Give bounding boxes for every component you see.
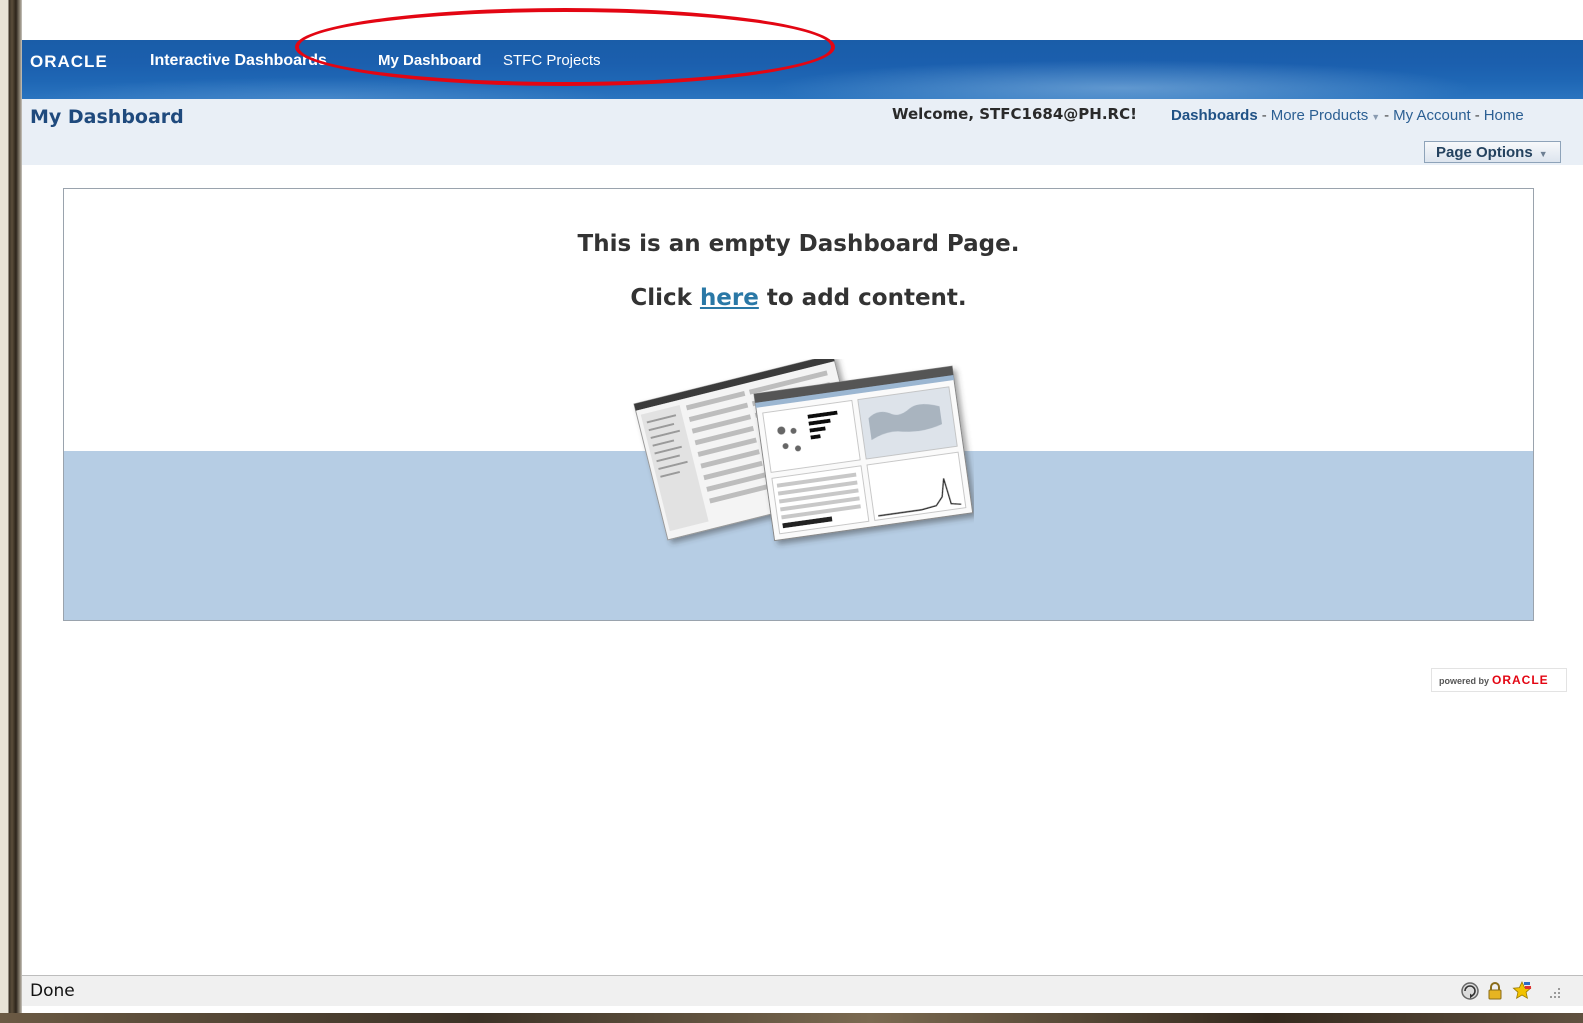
top-blank-area <box>22 0 1583 40</box>
oracle-banner: ORACLE Interactive Dashboards My Dashboa… <box>22 40 1583 99</box>
status-text: Done <box>30 981 75 1001</box>
link-separator: - <box>1261 107 1267 124</box>
tab-my-dashboard[interactable]: My Dashboard <box>378 52 481 69</box>
favorites-star-icon[interactable] <box>1511 980 1533 1002</box>
powered-by-text: powered by <box>1439 676 1490 686</box>
global-links: Dashboards - More Products ▼ - My Account - Hom… <box>1171 107 1524 124</box>
page-options-label: Page Options <box>1436 144 1533 161</box>
page-options-button[interactable]: Page Options ▼ <box>1424 141 1561 163</box>
link-separator: - <box>1384 107 1390 124</box>
add-content-message: Click here to add content. <box>64 285 1533 311</box>
my-account-link[interactable]: My Account <box>1393 107 1471 124</box>
chevron-down-icon: ▼ <box>1538 149 1548 159</box>
browser-status-bar: Done <box>22 975 1583 1006</box>
browser-window: ORACLE Interactive Dashboards My Dashboa… <box>22 0 1583 1013</box>
resize-grip-icon[interactable] <box>1542 980 1564 1002</box>
header-bar: My Dashboard Welcome, STFC1684@PH.RC! Da… <box>22 99 1583 165</box>
empty-dashboard-panel: This is an empty Dashboard Page. Click h… <box>63 188 1534 621</box>
powered-by-oracle-badge: powered by ORACLE <box>1431 668 1567 692</box>
empty-page-message: This is an empty Dashboard Page. <box>577 231 1020 257</box>
link-separator: - <box>1474 107 1480 124</box>
desktop-border-bottom <box>0 1013 1583 1023</box>
refresh-icon[interactable] <box>1459 980 1481 1002</box>
welcome-text: Welcome, STFC1684@PH.RC! <box>892 105 1137 123</box>
home-link[interactable]: Home <box>1484 107 1524 124</box>
oracle-brand: ORACLE <box>1492 673 1549 687</box>
oracle-logo: ORACLE <box>30 52 108 71</box>
dashboards-link[interactable]: Dashboards <box>1171 107 1258 124</box>
chevron-down-icon[interactable]: ▼ <box>1371 112 1380 122</box>
click-prefix: Click <box>630 285 692 311</box>
click-suffix: to add content. <box>766 285 967 311</box>
product-name: Interactive Dashboards <box>150 52 327 69</box>
tab-stfc-projects[interactable]: STFC Projects <box>503 52 601 69</box>
desktop-border-left <box>0 0 22 1023</box>
add-content-link[interactable]: here <box>700 285 759 311</box>
more-products-link[interactable]: More Products <box>1271 107 1369 124</box>
dashboard-preview-image <box>633 359 974 542</box>
page-title: My Dashboard <box>30 106 184 128</box>
lock-icon[interactable] <box>1484 980 1506 1002</box>
preview-front-screen <box>753 365 974 542</box>
